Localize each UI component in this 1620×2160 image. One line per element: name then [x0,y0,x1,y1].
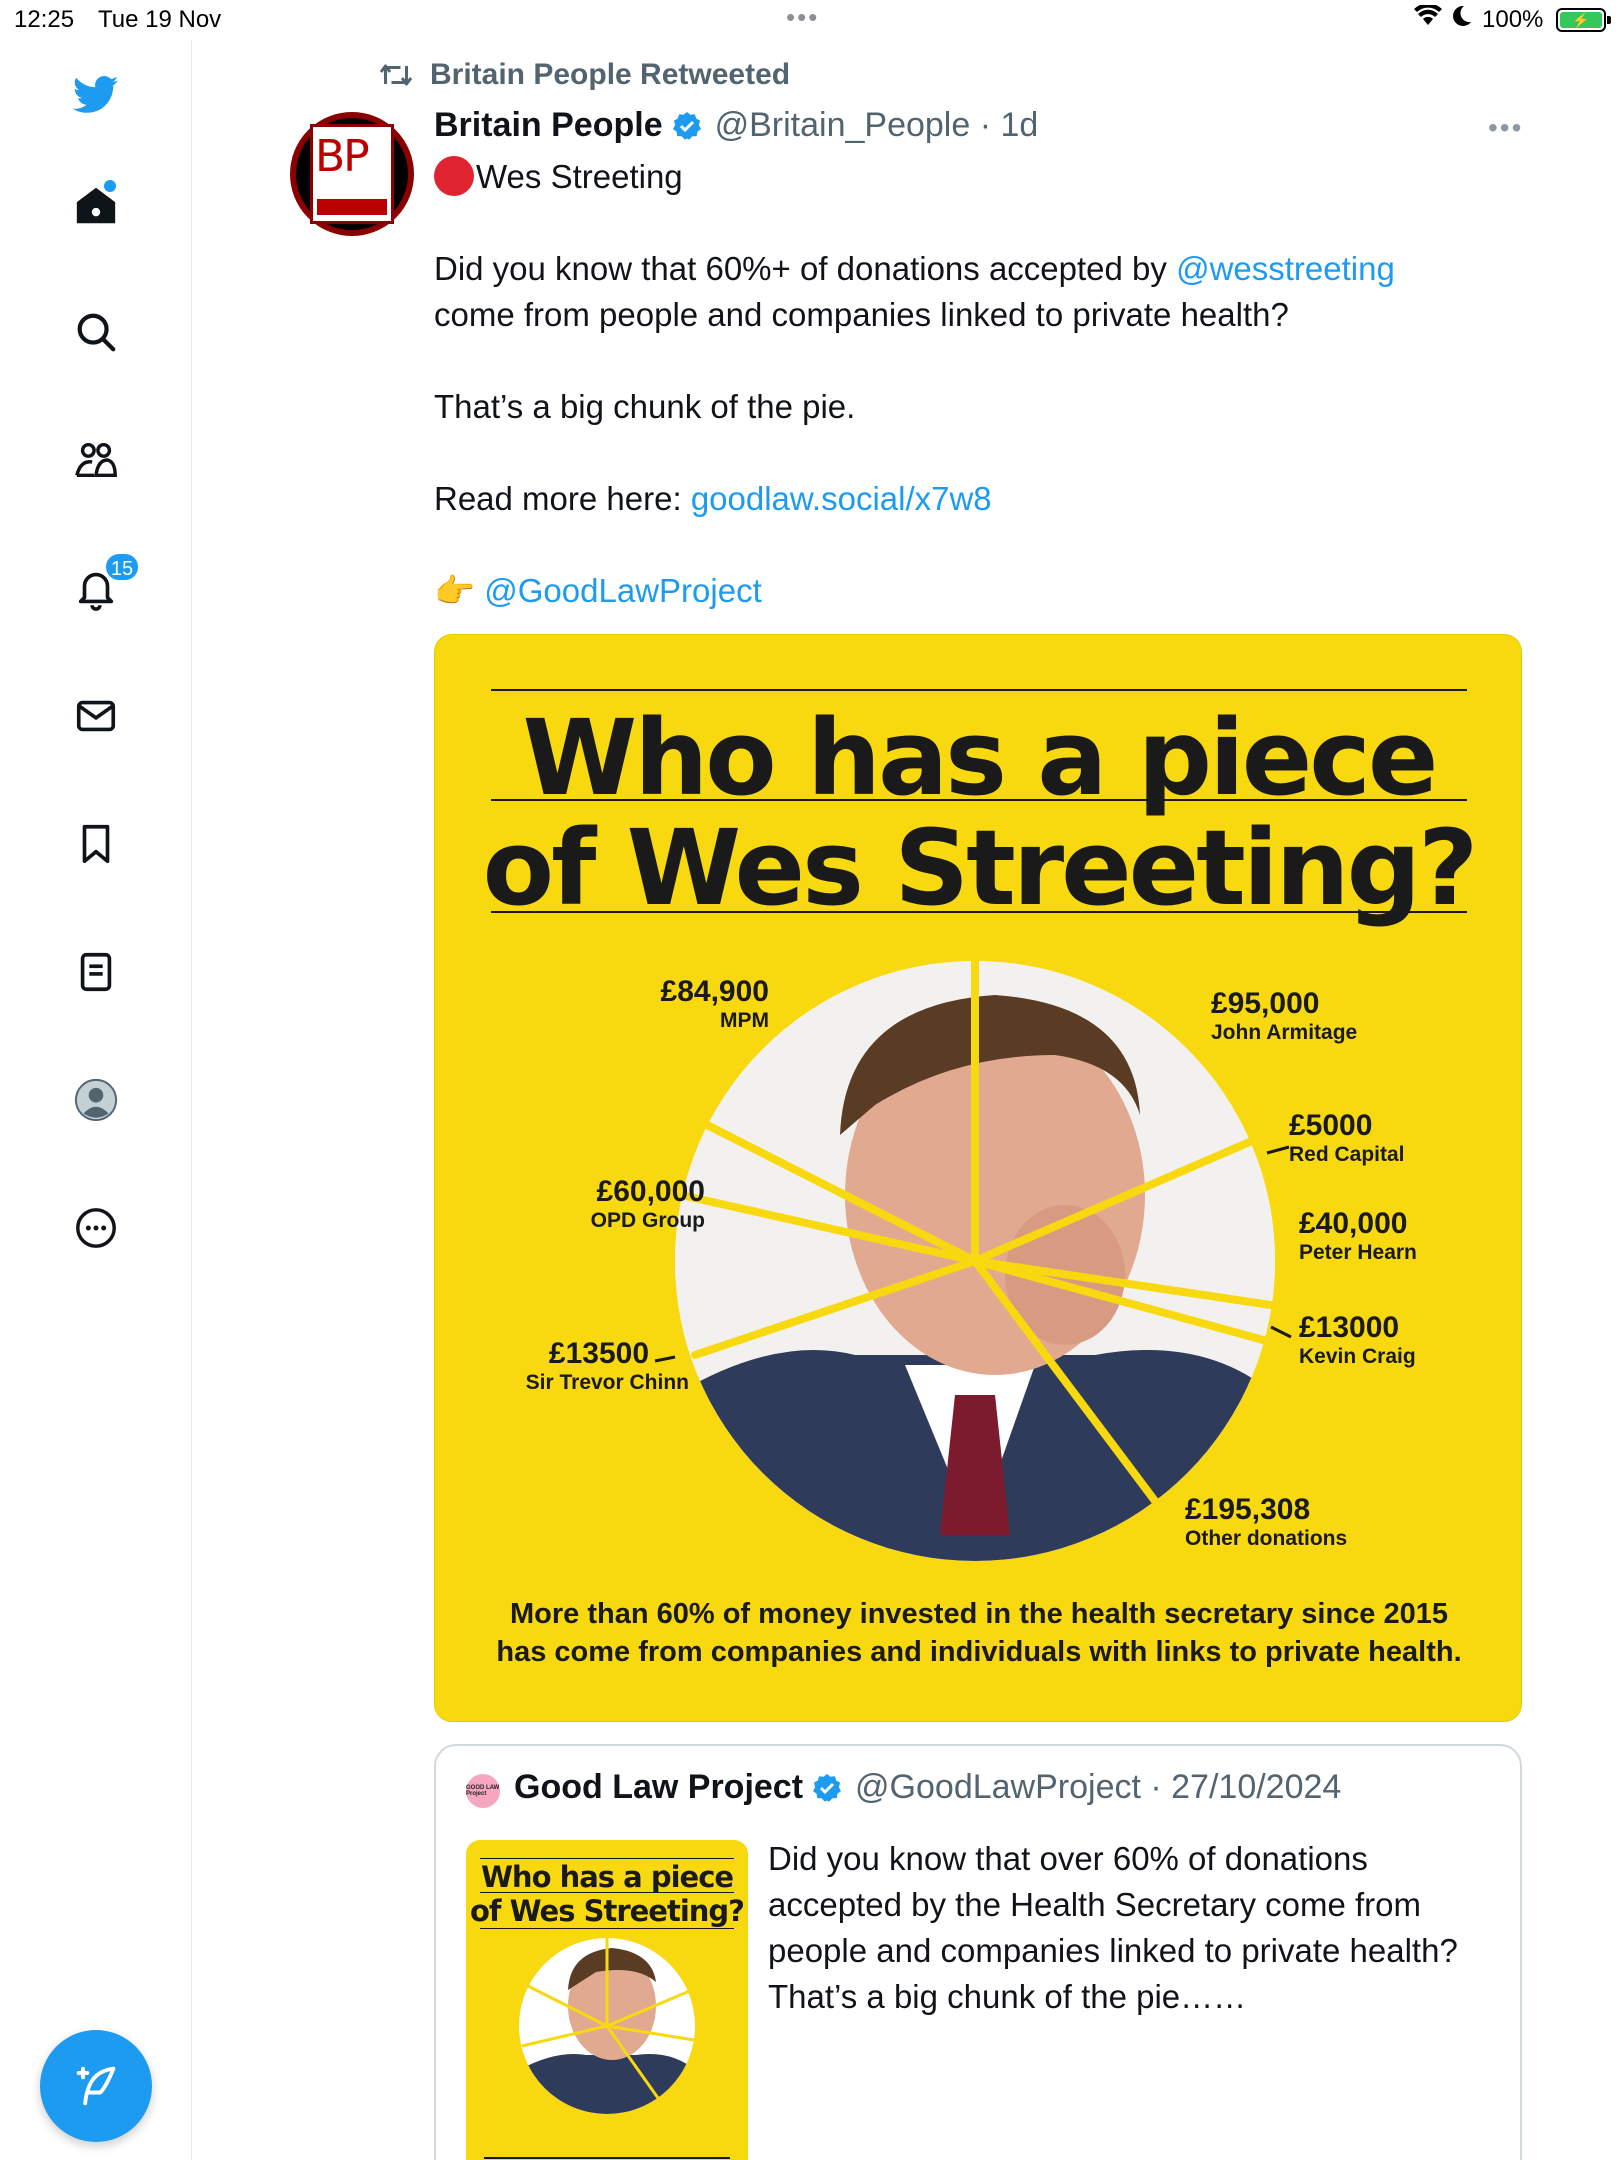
image-footer: More than 60% of money invested in the h… [496,1598,1462,1668]
messages-envelope-icon[interactable] [66,686,126,746]
tweet-line-question-end: come from people and companies linked to… [434,296,1289,333]
bookmarks-icon[interactable] [66,814,126,874]
quoted-tweet-header: Good Law Project @GoodLawProject · 27/10… [514,1768,1341,1807]
pie-label-opd-group: £60,000 OPD Group [590,1175,705,1232]
status-time: 12:25 [14,6,75,33]
retweet-icon [379,64,413,86]
retweet-context[interactable]: Britain People Retweeted [378,58,790,92]
tweet-more-icon[interactable]: ••• [1488,112,1523,144]
tweet-text: Wes Streeting Did you know that 60%+ of … [434,154,1514,614]
quoted-verified-badge-icon [813,1773,842,1802]
tweet-line-pie: That’s a big chunk of the pie. [434,388,856,425]
status-bar: 12:25 Tue 19 Nov ••• 100% ⚡ [0,0,1620,40]
do-not-disturb-icon [1450,4,1472,35]
quoted-tweet-thumbnail[interactable]: Who has a piece of Wes Streeting? [466,1840,748,2160]
tweet-header: Britain People @Britain_People · 1d [434,106,1038,145]
mention-wesstreeting[interactable]: @wesstreeting [1176,250,1395,287]
tweet-line-question: Did you know that 60%+ of donations acce… [434,250,1177,287]
pie-label-trevor-chinn: £13500 Sir Trevor Chinn [525,1337,689,1394]
red-circle-emoji-icon [434,156,474,196]
twitter-logo-icon[interactable] [66,64,126,124]
wifi-icon [1414,3,1442,34]
author-avatar[interactable]: BP [290,112,414,236]
goodlaw-link[interactable]: goodlaw.social/x7w8 [691,480,992,517]
pie-label-red-capital: £5000 Red Capital [1289,1109,1405,1166]
tweet-line-readmore: Read more here: [434,480,691,517]
communities-icon[interactable] [66,430,126,490]
compose-feather-icon [76,2066,116,2106]
quoted-tweet[interactable]: GOOD LAW Project Good Law Project @GoodL… [434,1744,1522,2160]
status-date: Tue 19 Nov [98,6,222,33]
compose-tweet-button[interactable] [40,2030,152,2142]
author-handle-time[interactable]: @Britain_People · 1d [715,106,1039,145]
search-icon[interactable] [66,302,126,362]
quoted-author-name: Good Law Project [514,1768,804,1806]
profile-avatar-icon[interactable] [66,1070,126,1130]
retweeted-by-label: Britain People Retweeted [430,58,791,91]
bp-logo: BP [310,124,394,224]
pie-label-john-armitage: £95,000 John Armitage [1211,987,1358,1044]
pointing-hand-emoji-icon: 👉 [434,572,476,609]
sidebar: 15 [0,40,192,2160]
multitasking-dots-icon[interactable]: ••• [786,2,819,33]
pie-label-peter-hearn: £40,000 Peter Hearn [1299,1207,1417,1264]
home-icon[interactable] [66,176,126,236]
author-name[interactable]: Britain People [434,106,663,145]
quoted-author-avatar: GOOD LAW Project [466,1774,500,1808]
lists-icon[interactable] [66,942,126,1002]
notifications-badge: 15 [104,552,140,582]
battery-icon: ⚡ [1556,8,1611,32]
quoted-author-handle-date: @GoodLawProject · 27/10/2024 [855,1768,1342,1806]
more-options-icon[interactable] [66,1198,126,1258]
thumb-pie-graphic [466,1938,748,2160]
pie-label-kevin-craig: £13000 Kevin Craig [1299,1311,1416,1368]
home-unread-dot [104,180,116,192]
verified-badge-icon [672,111,701,140]
tweet-line-title: Wes Streeting [476,158,683,195]
quoted-tweet-text: Did you know that over 60% of donations … [768,1840,1458,2015]
mention-goodlawproject[interactable]: @GoodLawProject [484,572,761,609]
tweet-image[interactable]: Who has a piece of Wes Streeting? £84,90… [434,634,1522,1722]
pie-label-other-donations: £195,308 Other donations [1185,1493,1348,1550]
pie-label-mpm: £84,900 MPM [660,975,769,1032]
battery-percentage: 100% [1482,6,1544,33]
notifications-bell-icon[interactable]: 15 [66,552,140,618]
